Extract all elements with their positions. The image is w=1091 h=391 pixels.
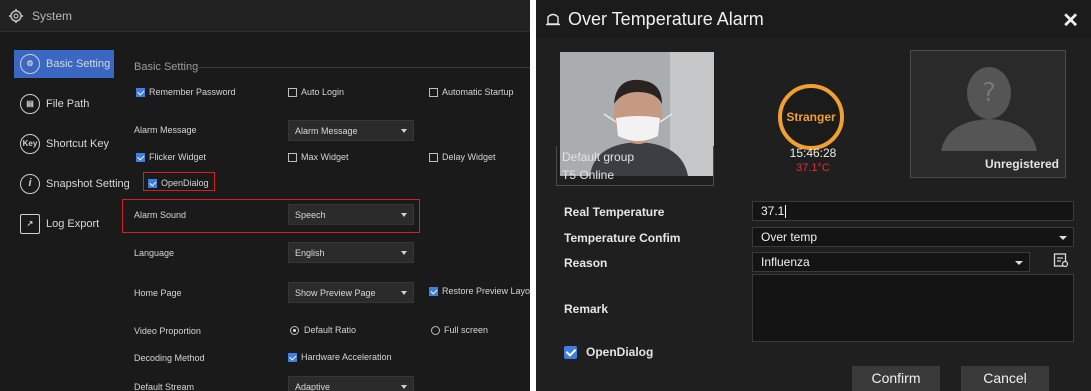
temperature-confirm-label: Temperature Confim <box>564 231 681 245</box>
remember-password-checkbox[interactable] <box>136 88 145 97</box>
over-temperature-alarm-dialog: Over Temperature Alarm ✕ Default group T… <box>536 0 1091 391</box>
alarm-bell-icon <box>546 13 560 26</box>
home-page-label: Home Page <box>134 288 182 298</box>
close-icon[interactable]: ✕ <box>1062 8 1079 33</box>
delay-widget-checkbox[interactable] <box>429 153 438 162</box>
sidebar-item-snapshot-setting[interactable]: i Snapshot Setting <box>14 170 130 198</box>
default-ratio-radio[interactable] <box>290 326 299 335</box>
video-proportion-label: Video Proportion <box>134 326 201 336</box>
decoding-method-label: Decoding Method <box>134 353 205 363</box>
sidebar-item-label: File Path <box>46 98 90 110</box>
home-page-value: Show Preview Page <box>295 288 376 298</box>
default-stream-label: Default Stream <box>134 382 195 391</box>
chevron-down-icon <box>1015 261 1023 265</box>
max-widget-checkbox[interactable] <box>288 153 297 162</box>
delay-widget-label: Delay Widget <box>442 152 496 162</box>
default-stream-select[interactable]: Adaptive <box>288 376 414 391</box>
chevron-down-icon <box>1059 236 1067 240</box>
dialog-title: Over Temperature Alarm <box>568 9 764 29</box>
remark-textarea[interactable] <box>752 274 1074 342</box>
real-temperature-input[interactable]: 37.1 <box>752 201 1074 221</box>
basic-setting-panel: Basic Setting Remember Password Auto Log… <box>122 52 530 391</box>
reason-label: Reason <box>564 256 608 270</box>
unregistered-profile: ? Unregistered <box>910 50 1066 178</box>
reason-value: Influenza <box>761 255 810 269</box>
alarm-sound-select[interactable]: Speech <box>288 204 414 225</box>
user-silhouette-icon: ? <box>941 67 1037 151</box>
flicker-widget-checkbox[interactable] <box>136 153 145 162</box>
gear-circle-icon: ⚙ <box>20 54 40 74</box>
language-label: Language <box>134 248 175 258</box>
opendialog-label: OpenDialog <box>161 178 209 188</box>
gear-icon <box>9 9 23 23</box>
full-screen-label: Full screen <box>444 325 489 335</box>
window-title: System <box>32 9 73 23</box>
hardware-acceleration-checkbox[interactable] <box>288 353 297 362</box>
stranger-label: Stranger <box>786 110 836 124</box>
chevron-down-icon <box>401 251 407 255</box>
info-circle-icon: i <box>20 174 40 194</box>
sidebar-item-log-export[interactable]: ↗ Log Export <box>14 210 114 238</box>
settings-sidebar: ⚙ Basic Setting ▤ File Path Key Shortcut… <box>14 40 130 391</box>
chevron-down-icon <box>401 129 407 133</box>
language-select[interactable]: English <box>288 242 414 263</box>
language-value: English <box>295 248 325 258</box>
key-circle-icon: Key <box>20 134 40 154</box>
home-page-select[interactable]: Show Preview Page <box>288 282 414 303</box>
chevron-down-icon <box>401 291 407 295</box>
sidebar-item-label: Shortcut Key <box>46 138 109 150</box>
sidebar-item-label: Basic Setting <box>46 58 111 70</box>
system-settings-window: System ⚙ Basic Setting ▤ File Path Key S… <box>0 0 530 391</box>
max-widget-label: Max Widget <box>301 152 349 162</box>
alarm-temperature: 37.1°C <box>796 162 830 174</box>
alarm-sound-value: Speech <box>295 210 326 220</box>
dialog-title-bar: Over Temperature Alarm ✕ <box>536 0 1091 38</box>
remark-label: Remark <box>564 302 609 316</box>
alarm-time: 15:46:28 <box>789 146 837 160</box>
real-temperature-label: Real Temperature <box>564 205 665 219</box>
system-title-bar: System <box>0 0 530 32</box>
automatic-startup-label: Automatic Startup <box>442 87 514 97</box>
section-divider <box>188 67 530 68</box>
opendialog-checkbox[interactable] <box>564 346 577 359</box>
group-name: Default group <box>562 150 635 164</box>
automatic-startup-checkbox[interactable] <box>429 88 438 97</box>
sidebar-item-basic-setting[interactable]: ⚙ Basic Setting <box>14 50 114 78</box>
chevron-down-icon <box>401 385 407 389</box>
flicker-widget-label: Flicker Widget <box>149 152 207 162</box>
temperature-confirm-value: Over temp <box>761 230 818 244</box>
stranger-badge: Stranger <box>778 84 844 150</box>
cancel-button[interactable]: Cancel <box>961 366 1049 391</box>
hardware-acceleration-label: Hardware Acceleration <box>301 352 392 362</box>
default-ratio-label: Default Ratio <box>304 325 357 335</box>
default-stream-value: Adaptive <box>295 382 331 391</box>
sidebar-item-shortcut-key[interactable]: Key Shortcut Key <box>14 130 114 158</box>
sidebar-item-label: Log Export <box>46 218 100 230</box>
sidebar-item-file-path[interactable]: ▤ File Path <box>14 90 114 118</box>
opendialog-checkbox[interactable] <box>148 179 157 188</box>
file-circle-icon: ▤ <box>20 94 40 114</box>
remember-password-label: Remember Password <box>149 87 236 97</box>
device-status: T5 Online <box>562 168 615 182</box>
restore-preview-layout-label: Restore Preview Layout <box>442 286 530 296</box>
real-temperature-value: 37.1 <box>761 204 785 218</box>
auto-login-checkbox[interactable] <box>288 88 297 97</box>
auto-login-label: Auto Login <box>301 87 345 97</box>
restore-preview-layout-checkbox[interactable] <box>429 287 438 296</box>
alarm-message-value: Alarm Message <box>295 126 358 136</box>
confirm-button[interactable]: Confirm <box>852 366 940 391</box>
chevron-down-icon <box>401 213 407 217</box>
alarm-message-label: Alarm Message <box>134 125 197 135</box>
svg-text:?: ? <box>982 78 996 108</box>
temperature-confirm-select[interactable]: Over temp <box>752 227 1074 247</box>
alarm-message-select[interactable]: Alarm Message <box>288 120 414 141</box>
opendialog-label: OpenDialog <box>586 345 654 359</box>
export-icon: ↗ <box>20 214 40 234</box>
unregistered-label: Unregistered <box>984 157 1059 171</box>
alarm-sound-label: Alarm Sound <box>134 210 187 220</box>
full-screen-radio[interactable] <box>431 326 440 335</box>
edit-reason-icon[interactable] <box>1053 252 1069 268</box>
reason-select[interactable]: Influenza <box>752 252 1030 272</box>
sidebar-item-label: Snapshot Setting <box>46 178 130 190</box>
